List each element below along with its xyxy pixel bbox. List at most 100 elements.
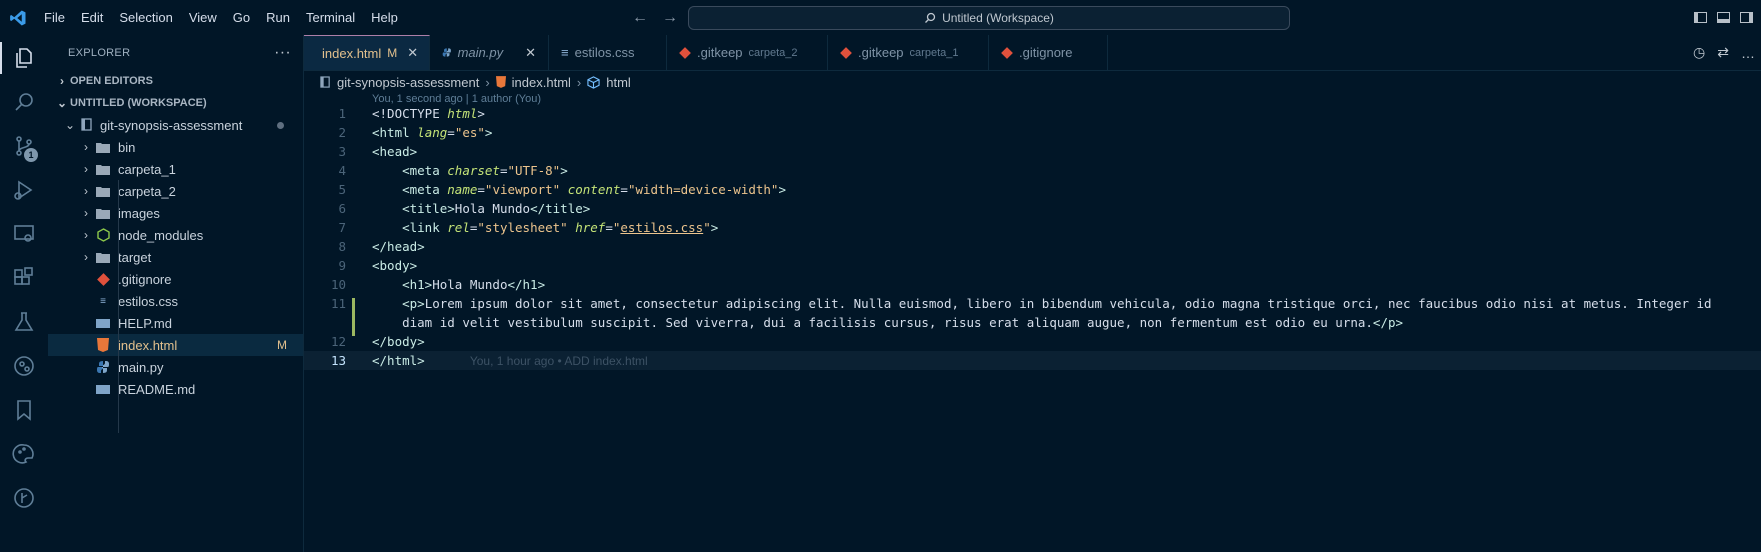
tree-item-readme-md[interactable]: README.md: [48, 378, 303, 400]
tree-item-label: carpeta_2: [118, 183, 176, 199]
tree-item-carpeta-1[interactable]: › carpeta_1: [48, 158, 303, 180]
code-line: 1 <!DOCTYPE html>: [338, 106, 485, 121]
nav-arrows: ← →: [632, 0, 678, 35]
stylesheet-link[interactable]: estilos.css: [620, 220, 703, 235]
tab-estilos-css[interactable]: ≡ estilos.css: [549, 35, 667, 70]
search-view-icon[interactable]: [0, 82, 48, 122]
chevron-right-icon: ›: [84, 250, 88, 264]
breadcrumb-item[interactable]: index.html: [512, 75, 571, 90]
testing-icon[interactable]: [0, 302, 48, 342]
git-file-icon: [679, 46, 691, 59]
folder-icon: [94, 249, 112, 265]
menu-file[interactable]: File: [36, 0, 73, 35]
code-line: 11 <p>Lorem ipsum dolor sit amet, consec…: [330, 296, 1712, 311]
tree-item-label: HELP.md: [118, 315, 172, 331]
tree-item-carpeta-2[interactable]: › carpeta_2: [48, 180, 303, 202]
tree-item-gitignore[interactable]: .gitignore: [48, 268, 303, 290]
root-folder-label: git-synopsis-assessment: [100, 117, 243, 133]
menu-bar: File Edit Selection View Go Run Terminal…: [36, 0, 406, 35]
compare-changes-icon[interactable]: ⇄: [1717, 44, 1729, 61]
tree-item-label: README.md: [118, 381, 196, 397]
palette-icon[interactable]: [0, 434, 48, 474]
tab-label: estilos.css: [574, 45, 635, 60]
code-line-current: 13 </html> You, 1 hour ago • ADD index.ht…: [304, 351, 1761, 370]
root-folder-row[interactable]: ⌄ git-synopsis-assessment: [48, 114, 303, 136]
git-graph-icon[interactable]: [0, 478, 48, 518]
history-icon[interactable]: ◷: [1693, 44, 1705, 61]
breadcrumb-item[interactable]: html: [606, 75, 631, 90]
remote-explorer-icon[interactable]: [0, 214, 48, 254]
code-editor[interactable]: You, 1 second ago | 1 author (You) 1 <!DO…: [304, 93, 1761, 552]
chevron-right-icon: ›: [576, 74, 582, 90]
python-file-icon: [94, 359, 112, 375]
chevron-right-icon: ›: [84, 140, 88, 154]
folder-icon: [94, 183, 112, 199]
tab-modified-badge: M: [387, 46, 398, 60]
command-center[interactable]: Untitled (Workspace): [688, 6, 1290, 30]
code-line: 8 </head>: [338, 239, 425, 254]
tree-item-help-md[interactable]: HELP.md: [48, 312, 303, 334]
close-icon[interactable]: ✕: [525, 45, 536, 61]
menu-go[interactable]: Go: [225, 0, 258, 35]
menu-selection[interactable]: Selection: [111, 0, 180, 35]
nodejs-folder-icon: [94, 227, 112, 243]
run-debug-icon[interactable]: [0, 170, 48, 210]
extensions-icon[interactable]: [0, 258, 48, 298]
chevron-right-icon: ›: [84, 162, 88, 176]
html-file-icon: [495, 76, 506, 88]
vscode-logo-icon: [0, 0, 36, 35]
markdown-file-icon: [94, 381, 112, 397]
workspace-label: UNTITLED (WORKSPACE): [70, 97, 207, 109]
chevron-right-icon: ›: [84, 184, 88, 198]
modified-dot-icon: [277, 122, 284, 129]
menu-view[interactable]: View: [181, 0, 225, 35]
tree-item-estilos-css[interactable]: ≡ estilos.css: [48, 290, 303, 312]
tab-gitkeep-carpeta-2[interactable]: .gitkeep carpeta_2: [667, 35, 828, 70]
tree-item-label: carpeta_1: [118, 161, 176, 177]
gitlens-icon[interactable]: [0, 346, 48, 386]
css-file-icon: ≡: [561, 45, 569, 60]
tab-description: carpeta_2: [748, 46, 798, 59]
toggle-sidebar-icon[interactable]: [1694, 12, 1707, 23]
chevron-right-icon: ›: [485, 74, 490, 90]
workspace-section[interactable]: ⌄ UNTITLED (WORKSPACE): [48, 92, 303, 114]
open-editors-section[interactable]: › OPEN EDITORS: [48, 70, 303, 92]
source-control-icon[interactable]: 1: [0, 126, 48, 166]
explorer-icon[interactable]: [0, 38, 48, 78]
menu-run[interactable]: Run: [258, 0, 298, 35]
forward-arrow-icon[interactable]: →: [662, 9, 678, 27]
tree-item-index-html[interactable]: index.html M: [48, 334, 303, 356]
folder-icon: [94, 161, 112, 177]
tree-item-images[interactable]: › images: [48, 202, 303, 224]
back-arrow-icon[interactable]: ←: [632, 9, 648, 27]
open-editors-label: OPEN EDITORS: [70, 75, 153, 87]
tree-item-main-py[interactable]: main.py: [48, 356, 303, 378]
code-line: 10 <h1>Hola Mundo</h1>: [330, 277, 546, 292]
git-file-icon: [94, 271, 112, 287]
close-icon[interactable]: ✕: [407, 45, 418, 61]
tab-gitignore[interactable]: .gitignore: [989, 35, 1108, 70]
tab-main-py[interactable]: main.py ✕: [430, 35, 549, 70]
menu-terminal[interactable]: Terminal: [298, 0, 363, 35]
tree-item-node-modules[interactable]: › node_modules: [48, 224, 303, 246]
breadcrumb-item[interactable]: git-synopsis-assessment: [337, 75, 479, 90]
bookmarks-icon[interactable]: [0, 390, 48, 430]
tab-label: .gitignore: [1019, 45, 1073, 60]
code-line: 12 </body>: [330, 334, 425, 349]
tab-index-html[interactable]: index.html M ✕: [304, 35, 430, 70]
code-line: 4 <meta charset="UTF-8">: [338, 163, 568, 178]
more-actions-icon[interactable]: ···: [274, 44, 291, 62]
more-actions-icon[interactable]: …: [1741, 45, 1755, 61]
toggle-secondary-sidebar-icon[interactable]: [1740, 12, 1753, 23]
menu-edit[interactable]: Edit: [73, 0, 111, 35]
tab-gitkeep-carpeta-1[interactable]: .gitkeep carpeta_1: [828, 35, 989, 70]
toggle-panel-icon[interactable]: [1717, 12, 1730, 23]
inline-blame: You, 1 hour ago • ADD index.html: [469, 354, 648, 368]
menu-help[interactable]: Help: [363, 0, 406, 35]
tree-item-bin[interactable]: › bin: [48, 136, 303, 158]
modified-badge: M: [277, 338, 287, 352]
folder-icon: [94, 139, 112, 155]
tree-item-label: estilos.css: [118, 293, 178, 309]
tree-item-target[interactable]: › target: [48, 246, 303, 268]
repo-icon: [78, 117, 96, 133]
